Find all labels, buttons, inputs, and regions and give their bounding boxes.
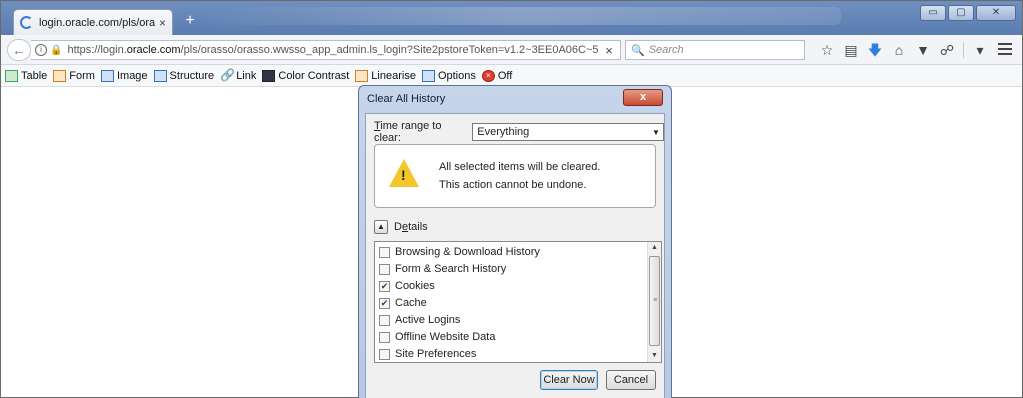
bookmark-star-icon[interactable]: ☆	[815, 40, 839, 60]
new-tab-button[interactable]: +	[179, 11, 201, 31]
dialog-body: Time range to clear: Everything ▼ ! All …	[365, 113, 665, 398]
list-item[interactable]: Active Logins	[379, 314, 460, 326]
info-icon[interactable]: i	[35, 44, 47, 56]
chevron-down-icon: ▼	[652, 127, 660, 137]
checkbox-cache[interactable]: ✔	[379, 297, 390, 309]
extension-icon[interactable]: ☍	[935, 40, 959, 60]
list-item[interactable]: Form & Search History	[379, 263, 506, 275]
color-contrast-icon	[262, 69, 276, 82]
time-range-label: Time range to clear:	[374, 120, 442, 144]
structure-icon	[153, 69, 167, 82]
url-text[interactable]: https://login.oracle.com/pls/orasso/oras…	[67, 44, 598, 56]
download-icon[interactable]: 🡇	[863, 40, 887, 60]
toolbar-table-button[interactable]: Table	[5, 69, 47, 82]
details-row: ▲ Details	[374, 220, 428, 234]
dialog-title: Clear All History	[367, 93, 446, 105]
list-item[interactable]: ✔ Cache	[379, 297, 427, 309]
clear-history-dialog: Clear All History x Time range to clear:…	[358, 85, 672, 398]
window-close-button[interactable]: ✕	[976, 5, 1016, 21]
chevron-down-icon[interactable]: ▾	[968, 40, 992, 60]
back-button[interactable]: ←	[7, 39, 31, 61]
scroll-up-icon[interactable]: ▲	[648, 242, 661, 254]
warning-exclamation: !	[401, 167, 406, 183]
history-items-list: Browsing & Download History Form & Searc…	[374, 241, 662, 363]
link-icon: 🔗	[220, 67, 236, 82]
url-bar[interactable]: i 🔒 https://login.oracle.com/pls/orasso/…	[31, 40, 621, 60]
grip-icon: ≡	[653, 297, 658, 304]
toolbar-image-button[interactable]: Image	[100, 69, 148, 82]
time-range-select[interactable]: Everything ▼	[472, 123, 664, 141]
warning-box: ! All selected items will be cleared. Th…	[374, 144, 656, 208]
bookmarks-library-icon[interactable]: ▤	[839, 40, 863, 60]
details-label: Details	[394, 221, 428, 233]
scroll-down-icon[interactable]: ▼	[648, 350, 661, 362]
toolbar-form-button[interactable]: Form	[53, 69, 95, 82]
hamburger-menu-icon[interactable]	[998, 43, 1012, 58]
checkbox-site-preferences[interactable]	[379, 348, 390, 360]
lock-icon[interactable]: 🔒	[50, 45, 62, 56]
developer-toolbar: Table Form Image Structure 🔗 Link Color C…	[1, 65, 1022, 87]
restore-button[interactable]: ▢	[948, 5, 974, 21]
toolbar-linearise-button[interactable]: Linearise	[355, 69, 416, 82]
toolbar-separator	[963, 42, 964, 58]
toolbar-icons: ☆ ▤ 🡇 ⌂ ▼ ☍ ▾	[815, 40, 992, 60]
list-item[interactable]: ✔ Cookies	[379, 280, 435, 292]
linearise-icon	[355, 69, 369, 82]
tab-oracle-login[interactable]: login.oracle.com/pls/orasso/ ×	[13, 9, 173, 35]
image-icon	[100, 69, 114, 82]
form-icon	[53, 69, 67, 82]
loading-spinner-icon	[20, 16, 33, 29]
table-icon	[5, 69, 18, 82]
search-placeholder: Search	[648, 44, 684, 56]
navigation-bar: ← i 🔒 https://login.oracle.com/pls/orass…	[1, 35, 1022, 65]
list-item[interactable]: Offline Website Data	[379, 331, 495, 343]
search-icon: 🔍	[631, 44, 645, 57]
checkbox-browsing-history[interactable]	[379, 246, 390, 258]
title-bar: login.oracle.com/pls/orasso/ × + ▭ ▢ ✕	[1, 1, 1022, 35]
details-toggle-button[interactable]: ▲	[374, 220, 388, 234]
time-range-value: Everything	[477, 126, 530, 138]
options-icon	[421, 69, 435, 82]
search-input[interactable]: 🔍 Search	[625, 40, 805, 60]
home-icon[interactable]: ⌂	[887, 40, 911, 60]
url-clear-icon[interactable]: ×	[598, 43, 620, 58]
time-range-row: Time range to clear: Everything ▼	[374, 120, 664, 144]
off-icon: ×	[481, 69, 495, 82]
list-item[interactable]: Browsing & Download History	[379, 246, 540, 258]
window-controls: ▭ ▢ ✕	[920, 5, 1016, 21]
checkbox-cookies[interactable]: ✔	[379, 280, 390, 292]
toolbar-off-button[interactable]: × Off	[481, 69, 512, 82]
checkbox-active-logins[interactable]	[379, 314, 390, 326]
pocket-icon[interactable]: ▼	[911, 40, 935, 60]
toolbar-options-button[interactable]: Options	[421, 69, 476, 82]
list-scrollbar[interactable]: ▲ ≡ ▼	[647, 242, 661, 362]
toolbar-link-button[interactable]: 🔗 Link	[220, 67, 256, 82]
list-item[interactable]: Site Preferences	[379, 348, 476, 360]
warning-line-1: All selected items will be cleared.	[439, 161, 601, 173]
warning-line-2: This action cannot be undone.	[439, 179, 587, 191]
tab-title: login.oracle.com/pls/orasso/	[39, 16, 155, 29]
title-bar-background	[201, 7, 841, 25]
checkbox-offline-website-data[interactable]	[379, 331, 390, 343]
checkbox-form-search-history[interactable]	[379, 263, 390, 275]
dialog-close-button[interactable]: x	[623, 89, 663, 106]
clear-now-button[interactable]: Clear Now	[540, 370, 598, 390]
cancel-button[interactable]: Cancel	[606, 370, 656, 390]
minimize-button[interactable]: ▭	[920, 5, 946, 21]
scroll-thumb[interactable]: ≡	[649, 256, 660, 346]
toolbar-structure-button[interactable]: Structure	[153, 69, 214, 82]
tab-close-icon[interactable]: ×	[159, 16, 166, 30]
toolbar-color-contrast-button[interactable]: Color Contrast	[262, 69, 349, 82]
